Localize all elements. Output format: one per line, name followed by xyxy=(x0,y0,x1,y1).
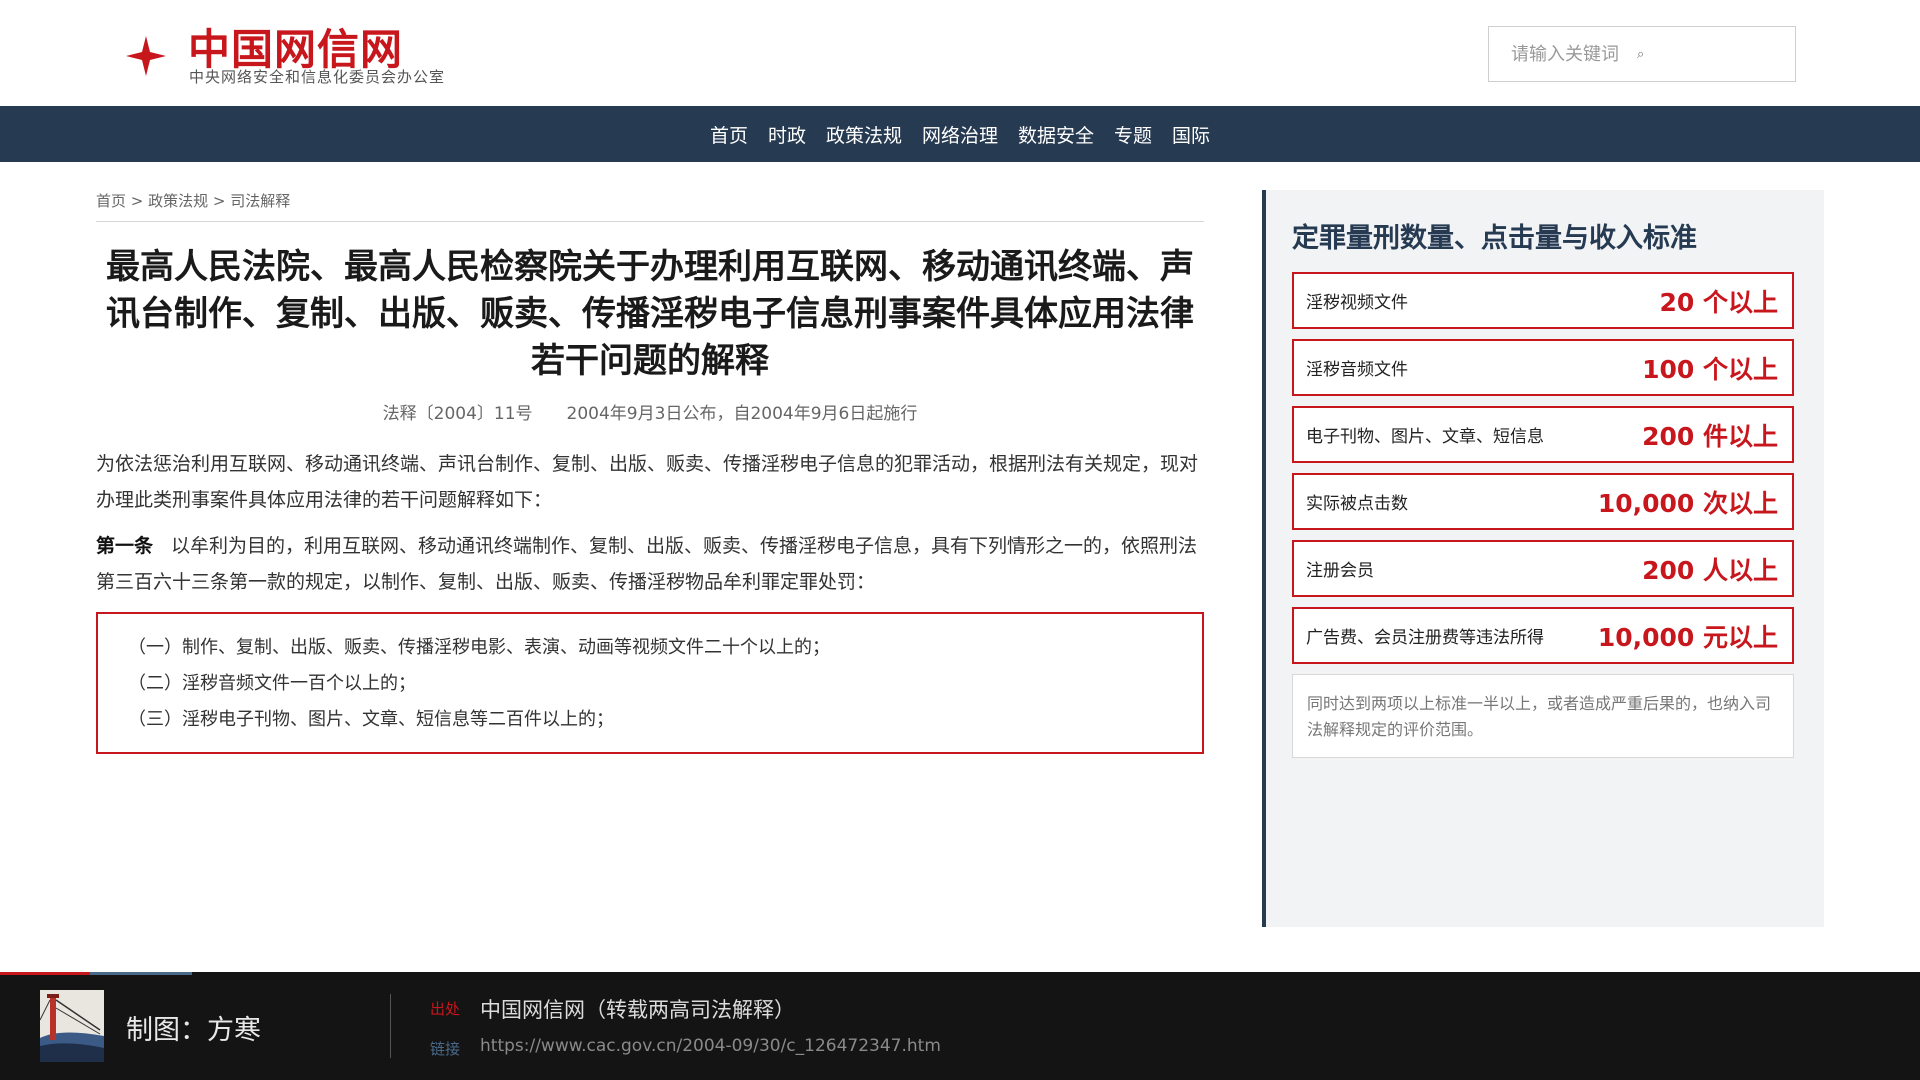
site-header: 中国网信网 中央网络安全和信息化委员会办公室 ⌕ xyxy=(0,0,1920,106)
sidebar-title: 定罪量刑数量、点击量与收入标准 xyxy=(1292,223,1697,254)
clause-item: （一）制作、复制、出版、贩卖、传播淫秽电影、表演、动画等视频文件二十个以上的； xyxy=(128,637,830,658)
criteria-label: 淫秽音频文件 xyxy=(1306,360,1408,380)
main-nav: 首页 时政 政策法规 网络治理 数据安全 专题 国际 xyxy=(0,106,1920,162)
criteria-row: 电子刊物、图片、文章、短信息 200 件以上 xyxy=(1292,406,1794,463)
nav-item-data-security[interactable]: 数据安全 xyxy=(1008,121,1104,148)
nav-item-topics[interactable]: 专题 xyxy=(1104,121,1162,148)
article-intro: 为依法惩治利用互联网、移动通讯终端、声讯台制作、复制、出版、贩卖、传播淫秽电子信… xyxy=(96,453,1199,511)
breadcrumb: 首页 > 政策法规 > 司法解释 xyxy=(96,190,1204,222)
article-main: 首页 > 政策法规 > 司法解释 最高人民法院、最高人民检察院关于办理利用互联网… xyxy=(96,190,1204,754)
criteria-value: 10,000 元以上 xyxy=(1597,622,1778,652)
criteria-value: 20 个以上 xyxy=(1659,287,1779,317)
article-clause-1: 第一条 以牟利为目的，利用互联网、移动通讯终端制作、复制、出版、贩卖、传播淫秽电子… xyxy=(96,528,1204,600)
source-label: 出处 xyxy=(430,1000,461,1018)
footer-bar: 制图：方寒 出处 中国网信网（转载两高司法解释） 链接 https://www.… xyxy=(0,972,1920,1080)
criteria-label: 广告费、会员注册费等违法所得 xyxy=(1306,628,1544,648)
clause-text: 以牟利为目的，利用互联网、移动通讯终端制作、复制、出版、贩卖、传播淫秽电子信息，… xyxy=(96,535,1198,593)
breadcrumb-separator: > xyxy=(208,192,231,210)
breadcrumb-judicial[interactable]: 司法解释 xyxy=(230,192,290,210)
site-subtitle: 中央网络安全和信息化委员会办公室 xyxy=(189,68,446,86)
clause-item: （二）淫秽音频文件一百个以上的； xyxy=(128,673,416,694)
criteria-row: 广告费、会员注册费等违法所得 10,000 元以上 xyxy=(1292,607,1794,664)
star-logo-icon xyxy=(126,36,166,76)
criteria-sidebar: 定罪量刑数量、点击量与收入标准 淫秽视频文件 20 个以上 淫秽音频文件 100… xyxy=(1262,190,1824,927)
search-box[interactable]: ⌕ xyxy=(1488,26,1796,82)
criteria-label: 电子刊物、图片、文章、短信息 xyxy=(1306,427,1544,447)
footer-divider xyxy=(390,994,391,1058)
criteria-value: 10,000 次以上 xyxy=(1597,488,1778,518)
author-credit: 制图：方寒 xyxy=(126,1015,261,1046)
criteria-value: 200 件以上 xyxy=(1642,421,1778,451)
nav-item-politics[interactable]: 时政 xyxy=(758,121,816,148)
link-label: 链接 xyxy=(430,1040,461,1058)
criteria-row: 实际被点击数 10,000 次以上 xyxy=(1292,473,1794,530)
breadcrumb-separator: > xyxy=(126,192,149,210)
breadcrumb-policy[interactable]: 政策法规 xyxy=(148,192,208,210)
search-input[interactable] xyxy=(1511,43,1631,65)
nav-item-home[interactable]: 首页 xyxy=(700,121,758,148)
criteria-value: 200 人以上 xyxy=(1642,555,1778,585)
sidebar-note: 同时达到两项以上标准一半以上，或者造成严重后果的，也纳入司法解释规定的评价范围。 xyxy=(1292,674,1794,758)
clause-item: （三）淫秽电子刊物、图片、文章、短信息等二百件以上的； xyxy=(128,709,614,730)
source-text: 中国网信网（转载两高司法解释） xyxy=(480,998,795,1022)
clause-label: 第一条 xyxy=(96,535,154,557)
bridge-illustration-icon xyxy=(40,990,104,1062)
author-avatar xyxy=(40,990,104,1062)
article-title: 最高人民法院、最高人民检察院关于办理利用互联网、移动通讯终端、声讯台制作、复制、… xyxy=(106,247,1194,381)
criteria-label: 实际被点击数 xyxy=(1306,494,1408,514)
nav-item-governance[interactable]: 网络治理 xyxy=(912,121,1008,148)
doc-number: 法释〔2004〕11号 xyxy=(382,404,533,424)
search-icon[interactable]: ⌕ xyxy=(1637,47,1644,62)
footer-accent-line xyxy=(0,972,90,975)
criteria-row: 淫秽视频文件 20 个以上 xyxy=(1292,272,1794,329)
clause-items-box: （一）制作、复制、出版、贩卖、传播淫秽电影、表演、动画等视频文件二十个以上的； … xyxy=(96,612,1204,754)
criteria-label: 注册会员 xyxy=(1306,561,1374,581)
criteria-row: 淫秽音频文件 100 个以上 xyxy=(1292,339,1794,396)
article-meta: 法释〔2004〕11号 2004年9月3日公布，自2004年9月6日起施行 xyxy=(96,399,1204,424)
breadcrumb-home[interactable]: 首页 xyxy=(96,192,126,210)
criteria-row: 注册会员 200 人以上 xyxy=(1292,540,1794,597)
nav-item-policy[interactable]: 政策法规 xyxy=(816,121,912,148)
publish-date: 2004年9月3日公布，自2004年9月6日起施行 xyxy=(566,404,918,424)
source-link[interactable]: https://www.cac.gov.cn/2004-09/30/c_1264… xyxy=(480,1036,941,1056)
criteria-label: 淫秽视频文件 xyxy=(1306,293,1408,313)
criteria-value: 100 个以上 xyxy=(1642,354,1778,384)
criteria-list: 淫秽视频文件 20 个以上 淫秽音频文件 100 个以上 电子刊物、图片、文章、… xyxy=(1292,272,1796,664)
nav-item-international[interactable]: 国际 xyxy=(1162,121,1220,148)
